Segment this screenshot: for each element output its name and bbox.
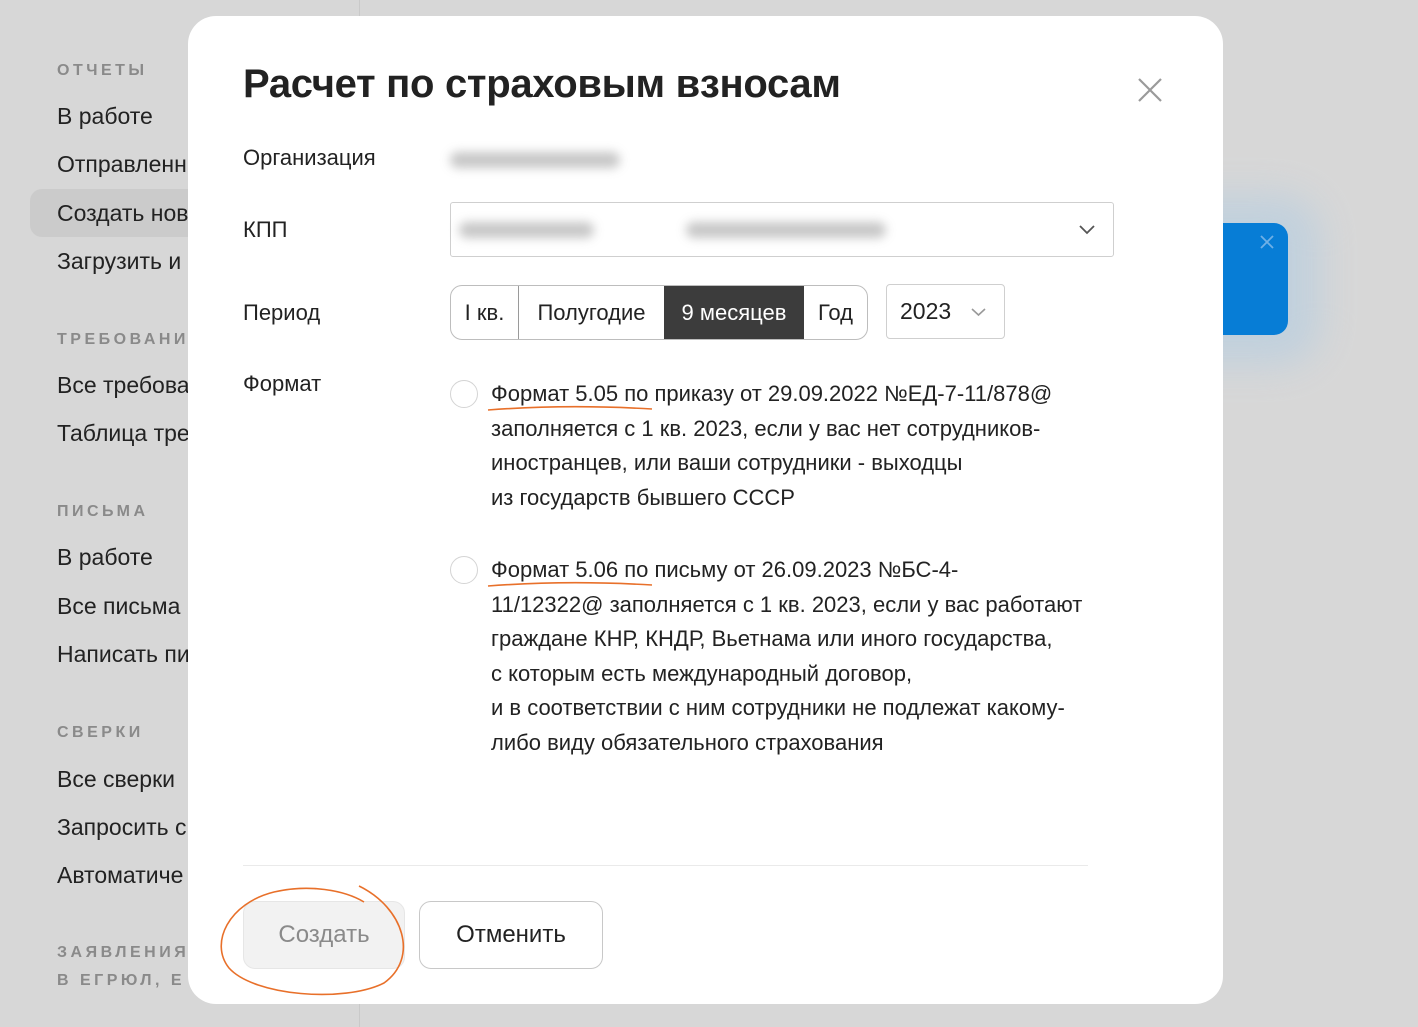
format-label: Формат: [243, 371, 322, 396]
sidebar-item-all-letters[interactable]: Все письма: [57, 591, 180, 621]
sidebar-item-request-reconciliation[interactable]: Запросить с: [57, 812, 186, 842]
annotation-underline-5-05: [487, 405, 653, 411]
sidebar-section-applications: ЗАЯВЛЕНИЯ: [57, 944, 190, 961]
period-segmented-control: I кв. Полугодие 9 месяцев Год: [450, 285, 868, 340]
format-5-05-line: из государств бывшего СССР: [491, 484, 795, 510]
format-5-06-line: с которым есть международный договор,: [491, 660, 913, 686]
format-5-06-line: либо виду обязательного страхования: [491, 729, 884, 755]
annotation-underline-5-06: [487, 581, 653, 587]
period-option-year[interactable]: Год: [804, 286, 867, 339]
year-select[interactable]: 2023: [886, 284, 1005, 339]
close-icon[interactable]: [1136, 76, 1164, 104]
sidebar-item-write-letter[interactable]: Написать пи: [57, 639, 190, 669]
sidebar-item-automatic[interactable]: Автоматиче: [57, 860, 183, 890]
sidebar-item-requirements-table[interactable]: Таблица тре: [57, 418, 190, 448]
sidebar-section-applications-line2: В ЕГРЮЛ, Е: [57, 972, 186, 989]
footer-divider: [243, 865, 1088, 866]
sidebar-section-reports: ОТЧЕТЫ: [57, 62, 148, 79]
sidebar-item-letters-in-progress[interactable]: В работе: [57, 542, 153, 572]
create-button[interactable]: Создать: [243, 901, 405, 969]
cancel-button[interactable]: Отменить: [419, 901, 603, 969]
sidebar-section-requirements: ТРЕБОВАНИ: [57, 331, 189, 348]
sidebar-item-reports-sent[interactable]: Отправленн: [57, 149, 187, 179]
sidebar-item-all-requirements[interactable]: Все требова: [57, 370, 190, 400]
organization-value-redacted: [450, 152, 620, 168]
format-5-06-line: граждане КНР, КНДР, Вьетнама или иного г…: [491, 626, 1053, 651]
year-value: 2023: [900, 298, 952, 324]
kpp-select[interactable]: [450, 202, 1114, 257]
format-5-06-line: 11/12322@ заполняется с 1 кв. 2023, если…: [491, 591, 1083, 617]
organization-label: Организация: [243, 145, 376, 170]
format-5-05-line: иностранцев, или ваши сотрудники - выход…: [491, 450, 963, 475]
sidebar-item-all-reconciliations[interactable]: Все сверки: [57, 764, 175, 794]
period-option-q1[interactable]: I кв.: [451, 286, 519, 339]
period-option-half-year[interactable]: Полугодие: [519, 286, 664, 339]
sidebar-section-reconciliations: СВЕРКИ: [57, 724, 144, 741]
sidebar-item-reports-create-new[interactable]: Создать нов: [57, 198, 189, 228]
sidebar-item-reports-upload[interactable]: Загрузить и: [57, 246, 181, 276]
kpp-value-redacted: [459, 222, 594, 238]
chevron-down-icon: [1079, 225, 1095, 235]
period-label: Период: [243, 300, 321, 325]
format-5-05-radio[interactable]: [450, 380, 478, 408]
sidebar-section-letters: ПИСЬМА: [57, 503, 149, 520]
modal-title: Расчет по страховым взносам: [243, 62, 841, 106]
chevron-down-icon: [971, 308, 986, 317]
toast-close-icon[interactable]: [1258, 233, 1276, 251]
period-option-9-months[interactable]: 9 месяцев: [664, 286, 804, 339]
kpp-value-redacted-2: [686, 222, 886, 238]
modal-dialog: Расчет по страховым взносам Организация …: [188, 16, 1223, 1004]
format-5-05-line: заполняется с 1 кв. 2023, если у вас нет…: [491, 415, 1041, 441]
sidebar-item-reports-in-progress[interactable]: В работе: [57, 101, 153, 131]
format-5-06-radio[interactable]: [450, 556, 478, 584]
kpp-label: КПП: [243, 217, 288, 242]
format-5-05-description[interactable]: Формат 5.05 по приказу от 29.09.2022 №ЕД…: [491, 377, 1052, 515]
format-5-06-line: и в соответствии с ним сотрудники не под…: [491, 695, 1065, 720]
